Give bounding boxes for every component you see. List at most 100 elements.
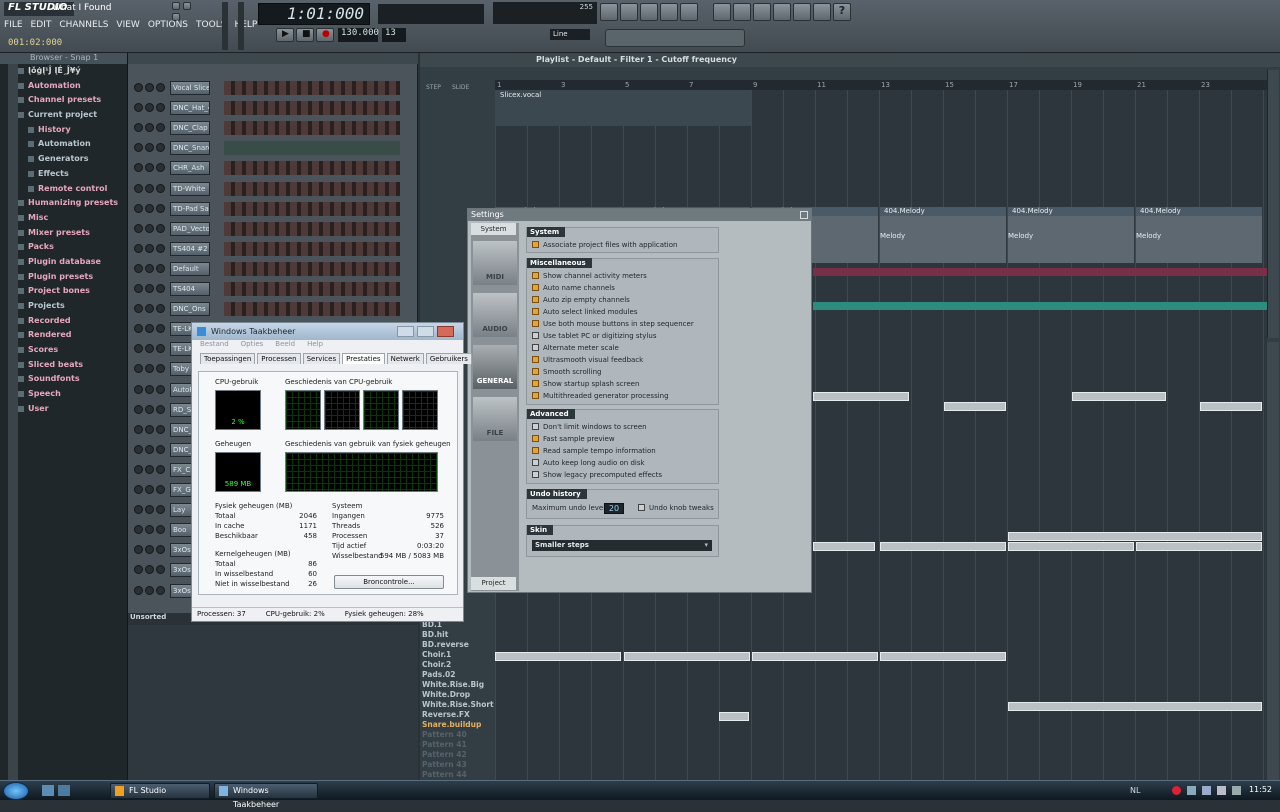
mute-led-icon[interactable] bbox=[134, 243, 143, 253]
volume-knob[interactable] bbox=[156, 565, 165, 575]
step-buttons[interactable] bbox=[224, 141, 400, 156]
pattern-row-label[interactable]: Pattern 44 bbox=[422, 770, 492, 780]
pan-knob[interactable] bbox=[145, 344, 154, 354]
pan-knob[interactable] bbox=[145, 243, 154, 253]
volume-knob[interactable] bbox=[156, 284, 165, 293]
pattern-clip[interactable] bbox=[1008, 542, 1134, 551]
mute-led-icon[interactable] bbox=[134, 565, 143, 575]
mute-led-icon[interactable] bbox=[134, 585, 143, 595]
checkbox[interactable] bbox=[532, 380, 539, 387]
undo-knob-option[interactable]: Undo knob tweaks bbox=[638, 504, 714, 512]
pattern-clip[interactable] bbox=[880, 652, 1006, 661]
channel-button[interactable]: DNC_Hat_4 bbox=[170, 101, 210, 116]
volume-knob[interactable] bbox=[156, 304, 165, 314]
pan-knob[interactable] bbox=[145, 203, 154, 213]
volume-knob[interactable] bbox=[156, 344, 165, 354]
channel-button[interactable]: DNC_Snare bbox=[170, 141, 210, 156]
volume-knob[interactable] bbox=[156, 464, 165, 474]
mute-led-icon[interactable] bbox=[134, 404, 143, 414]
browser-item[interactable]: Misc bbox=[0, 211, 127, 226]
volume-knob[interactable] bbox=[156, 384, 165, 394]
step-buttons[interactable] bbox=[224, 201, 400, 216]
advanced-option[interactable]: Don't limit windows to screen bbox=[532, 423, 647, 431]
channel-button[interactable]: TD-Pad Saw bbox=[170, 201, 210, 216]
volume-knob[interactable] bbox=[156, 424, 165, 434]
channel-button[interactable]: Default bbox=[170, 261, 210, 276]
pan-knob[interactable] bbox=[145, 565, 154, 575]
pan-knob[interactable] bbox=[145, 364, 154, 374]
advanced-option[interactable]: Read sample tempo information bbox=[532, 447, 656, 455]
misc-option[interactable]: Multithreaded generator processing bbox=[532, 392, 669, 400]
pattern-row-label[interactable]: Pattern 43 bbox=[422, 760, 492, 770]
checkbox[interactable] bbox=[532, 344, 539, 351]
snap-selector[interactable]: Line bbox=[550, 29, 590, 40]
pan-knob[interactable] bbox=[145, 324, 154, 334]
pattern-row-label[interactable]: Pattern 40 bbox=[422, 730, 492, 740]
pan-knob[interactable] bbox=[145, 304, 154, 314]
plugin-icon[interactable] bbox=[773, 3, 791, 21]
browser-item[interactable]: Packs bbox=[0, 240, 127, 255]
audio-tab[interactable]: AUDIO bbox=[473, 293, 517, 337]
step-buttons[interactable] bbox=[224, 241, 400, 256]
pattern-clip[interactable] bbox=[1136, 542, 1262, 551]
pattern-scrollbar[interactable] bbox=[1267, 342, 1279, 780]
steps-shortcut-icon[interactable] bbox=[620, 3, 638, 21]
pattern-row-label[interactable]: Pads.02 bbox=[422, 670, 492, 680]
browser-item[interactable]: Generators bbox=[0, 152, 127, 167]
checkbox[interactable] bbox=[532, 392, 539, 399]
mute-led-icon[interactable] bbox=[134, 304, 143, 314]
pan-knob[interactable] bbox=[145, 404, 154, 414]
mute-led-icon[interactable] bbox=[134, 485, 143, 494]
mute-led-icon[interactable] bbox=[134, 424, 143, 434]
mute-led-icon[interactable] bbox=[134, 143, 143, 153]
pattern-clip[interactable] bbox=[624, 652, 750, 661]
browser-item[interactable]: Effects bbox=[0, 167, 127, 182]
volume-knob[interactable] bbox=[156, 83, 165, 92]
pan-knob[interactable] bbox=[145, 485, 154, 494]
pattern-row-label[interactable]: Reverse.FX bbox=[422, 710, 492, 720]
step-buttons[interactable] bbox=[224, 101, 400, 116]
step-buttons[interactable] bbox=[224, 282, 400, 296]
volume-knob[interactable] bbox=[156, 103, 165, 113]
menu-channels[interactable]: CHANNELS bbox=[59, 20, 108, 32]
pan-knob[interactable] bbox=[145, 143, 154, 153]
vocal-clip[interactable]: Slicex.vocal bbox=[495, 90, 751, 126]
pan-knob[interactable] bbox=[145, 163, 154, 173]
browser-item[interactable]: Automation bbox=[0, 137, 127, 152]
teal-automation-clip[interactable] bbox=[813, 302, 1267, 310]
network-icon[interactable] bbox=[1187, 786, 1196, 795]
pan-knob[interactable] bbox=[145, 123, 154, 133]
volume-knob[interactable] bbox=[156, 585, 165, 595]
volume-knob[interactable] bbox=[156, 143, 165, 153]
misc-option[interactable]: Smooth scrolling bbox=[532, 368, 601, 376]
browser-item[interactable]: Channel presets bbox=[0, 93, 127, 108]
pattern-row-label[interactable]: White.Rise.Big bbox=[422, 680, 492, 690]
browser-scrollbar[interactable] bbox=[8, 64, 18, 780]
play-button[interactable]: ▶ bbox=[276, 28, 294, 42]
channel-button[interactable]: TD-White bbox=[170, 181, 210, 196]
volume-knob[interactable] bbox=[156, 324, 165, 334]
pan-knob[interactable] bbox=[145, 384, 154, 394]
pattern-row-label[interactable]: Snare.buildup bbox=[422, 720, 492, 730]
browser-item[interactable]: Speech bbox=[0, 387, 127, 402]
menu-beeld[interactable]: Beeld bbox=[275, 340, 295, 351]
project-tab[interactable]: Project bbox=[471, 577, 516, 590]
channel-button[interactable]: DNC_Clap bbox=[170, 121, 210, 136]
browser-item[interactable]: Sliced beats bbox=[0, 358, 127, 373]
pink-automation-clip[interactable] bbox=[813, 268, 1267, 276]
tab-gebruikers[interactable]: Gebruikers bbox=[425, 353, 472, 364]
mute-led-icon[interactable] bbox=[134, 103, 143, 113]
browser-item[interactable]: Automation bbox=[0, 79, 127, 94]
checkbox[interactable] bbox=[532, 447, 539, 454]
system-option[interactable]: Associate project files with application bbox=[532, 241, 677, 249]
volume-knob[interactable] bbox=[156, 183, 165, 193]
menu-options[interactable]: OPTIONS bbox=[148, 20, 188, 32]
browser-item[interactable]: Mixer presets bbox=[0, 226, 127, 241]
tools-icon[interactable] bbox=[793, 3, 811, 21]
minimize-icon[interactable] bbox=[397, 326, 414, 337]
browser-item[interactable]: Scores bbox=[0, 343, 127, 358]
tab-toepassingen[interactable]: Toepassingen bbox=[200, 353, 256, 364]
browser-item[interactable]: Recorded bbox=[0, 314, 127, 329]
pan-knob[interactable] bbox=[145, 585, 154, 595]
language-indicator[interactable]: NL bbox=[1130, 786, 1140, 795]
